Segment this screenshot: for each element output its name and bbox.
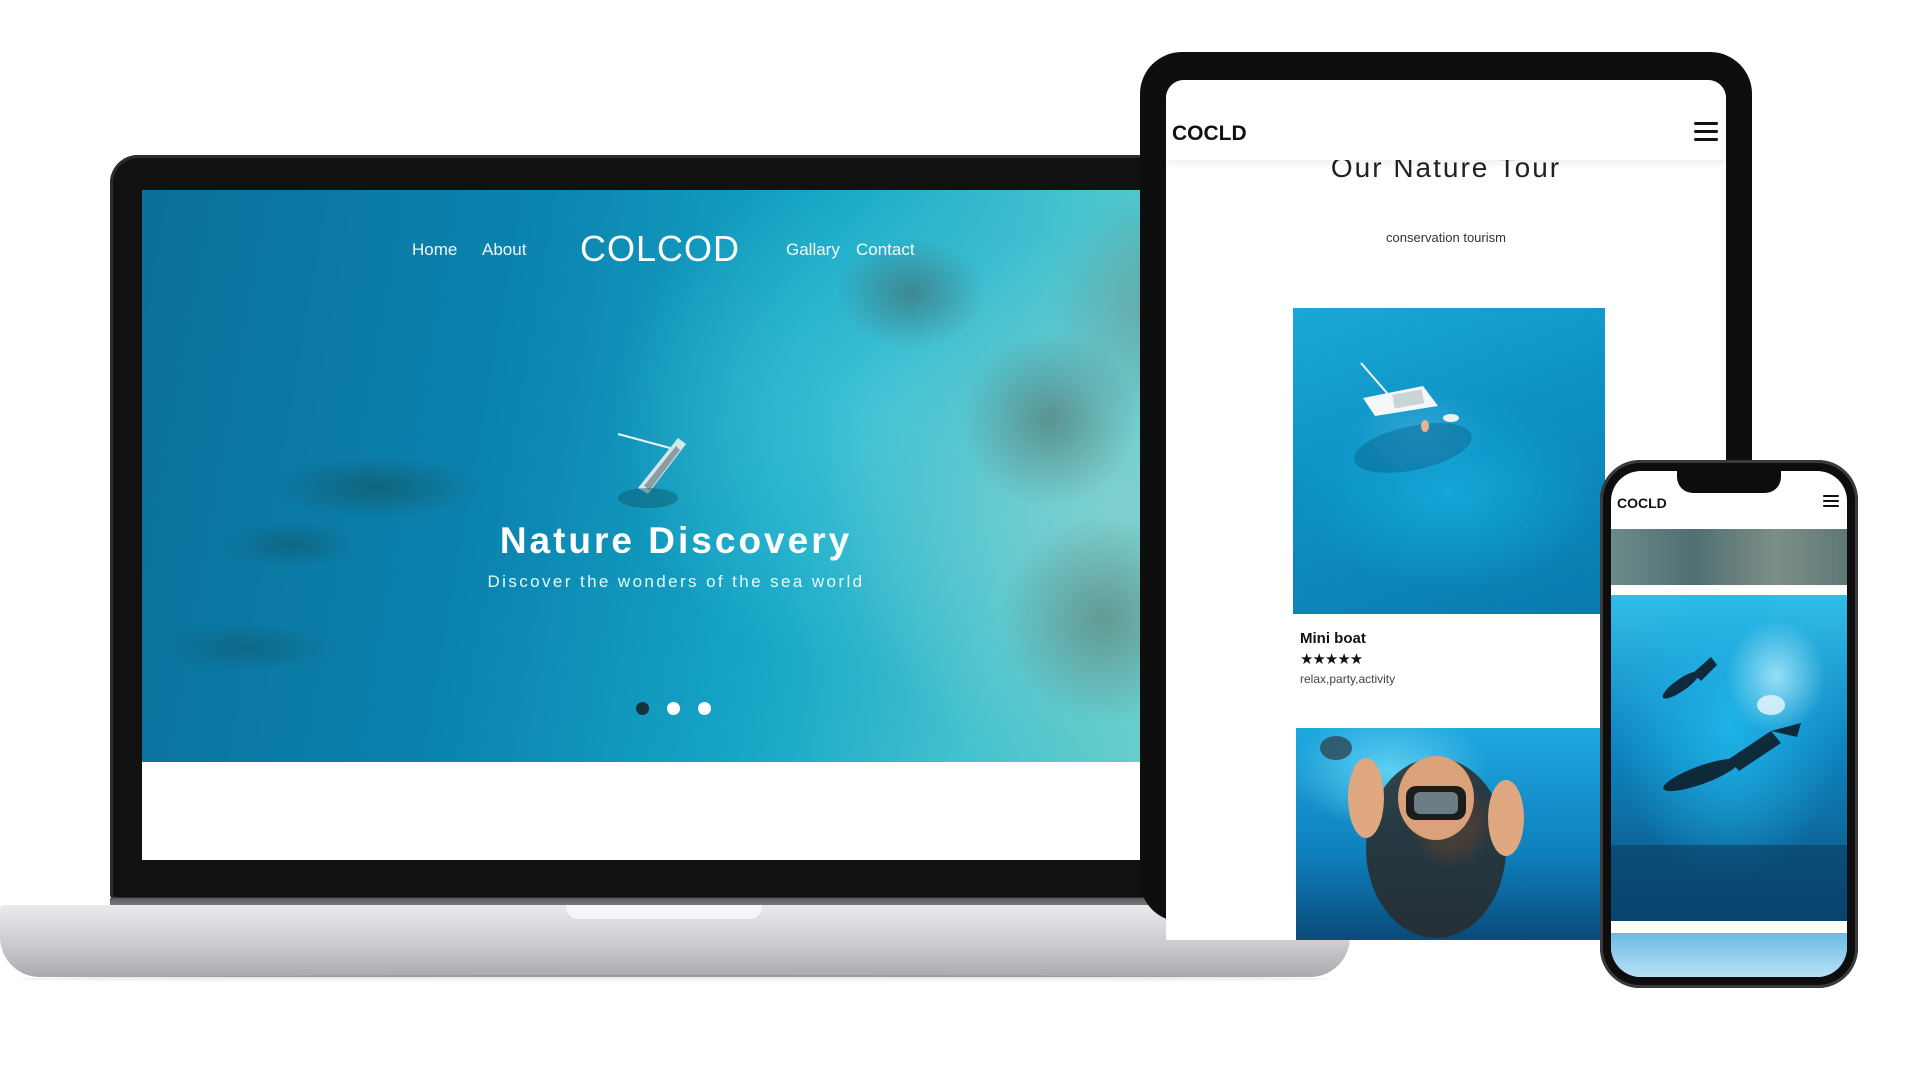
slider-dot-1[interactable] xyxy=(636,702,649,715)
boat-icon xyxy=(1354,362,1472,473)
laptop-shadow xyxy=(20,975,1330,983)
nav-contact-link[interactable]: Contact xyxy=(856,240,915,260)
slider-dots xyxy=(636,702,716,718)
card-rating: ★★★★★ xyxy=(1300,651,1363,668)
hero-title: Nature Discovery xyxy=(499,520,853,561)
phone-screen: COCLD xyxy=(1611,471,1847,977)
diver-icon xyxy=(1320,736,1524,938)
nav-home-link[interactable]: Home xyxy=(412,240,457,260)
phone-brand-logo[interactable]: COCLD xyxy=(1617,495,1667,511)
phone-image-divers[interactable] xyxy=(1611,595,1847,921)
diver-icon xyxy=(1611,657,1847,921)
card-title[interactable]: Mini boat xyxy=(1300,630,1366,647)
phone-image-strip[interactable] xyxy=(1611,529,1847,585)
slider-dot-2[interactable] xyxy=(667,702,680,715)
nav-gallery-link[interactable]: Gallary xyxy=(786,240,840,260)
card-image-boat[interactable] xyxy=(1293,308,1605,614)
hero-subtitle: Discover the wonders of the sea world xyxy=(487,572,865,591)
tablet-header: COCLD xyxy=(1166,80,1726,160)
hero-banner: Home About COLCOD Gallary Contact Nature… xyxy=(142,190,1210,762)
site-logo[interactable]: COLCOD xyxy=(580,228,740,270)
shipwreck-icon xyxy=(617,433,686,508)
card-tags: relax,party,activity xyxy=(1300,672,1396,686)
slider-dot-3[interactable] xyxy=(698,702,711,715)
phone-brand-text: COCLD xyxy=(1617,495,1667,511)
phone-image-sky[interactable] xyxy=(1611,933,1847,977)
laptop-screen: Home About COLCOD Gallary Contact Nature… xyxy=(142,190,1210,860)
phone-mockup: COCLD xyxy=(1600,460,1858,988)
phone-hamburger-icon[interactable] xyxy=(1823,495,1839,510)
section-subtitle: conservation tourism xyxy=(1386,230,1506,245)
hamburger-icon[interactable] xyxy=(1694,122,1718,146)
nav-about-link[interactable]: About xyxy=(482,240,526,260)
phone-notch xyxy=(1677,471,1781,493)
card-image-diver[interactable] xyxy=(1296,728,1606,940)
main-nav: Home About COLCOD Gallary Contact xyxy=(142,228,1210,270)
laptop-opening-notch xyxy=(566,905,762,919)
tablet-brand-logo[interactable]: COCLD xyxy=(1172,122,1253,146)
tablet-brand-text: COCLD xyxy=(1172,122,1247,145)
